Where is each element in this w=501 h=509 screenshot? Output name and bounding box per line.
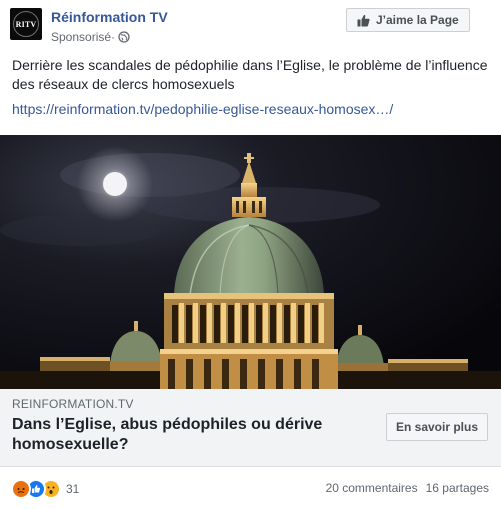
avatar-logo-text: RITV <box>15 19 37 29</box>
post-meta: Sponsorisé · <box>51 30 130 44</box>
link-domain: REINFORMATION.TV <box>12 397 134 411</box>
post-header: RITV Réinformation TV Sponsorisé · J’aim… <box>0 0 501 52</box>
link-preview[interactable]: REINFORMATION.TV Dans l’Eglise, abus péd… <box>0 389 501 467</box>
like-page-label: J’aime la Page <box>376 13 459 27</box>
post-footer: 31 20 commentaires 16 partages <box>0 467 501 509</box>
post-message: Derrière les scandales de pédophilie dan… <box>12 57 488 92</box>
thumbs-up-icon <box>357 14 370 26</box>
reaction-count[interactable]: 31 <box>66 482 79 496</box>
post-image[interactable] <box>0 135 501 389</box>
page-name-link[interactable]: Réinformation TV <box>51 9 168 25</box>
reactions-summary[interactable]: 31 <box>11 479 79 499</box>
meta-separator: · <box>111 30 116 44</box>
post-url-link[interactable]: https://reinformation.tv/pedophilie-egli… <box>12 100 393 119</box>
sponsored-post: RITV Réinformation TV Sponsorisé · J’aim… <box>0 0 501 509</box>
engagement-stats: 20 commentaires 16 partages <box>326 481 489 495</box>
link-title[interactable]: Dans l’Eglise, abus pédophiles ou dérive… <box>12 415 342 455</box>
page-avatar[interactable]: RITV <box>10 8 42 40</box>
like-page-button[interactable]: J’aime la Page <box>346 8 470 32</box>
angry-reaction-icon <box>11 479 31 499</box>
basilica-night-photo <box>0 135 501 389</box>
shares-count-link[interactable]: 16 partages <box>426 481 489 495</box>
learn-more-button[interactable]: En savoir plus <box>386 413 488 441</box>
sponsored-label[interactable]: Sponsorisé <box>51 30 111 44</box>
globe-icon[interactable] <box>118 31 130 43</box>
comments-count-link[interactable]: 20 commentaires <box>326 481 418 495</box>
